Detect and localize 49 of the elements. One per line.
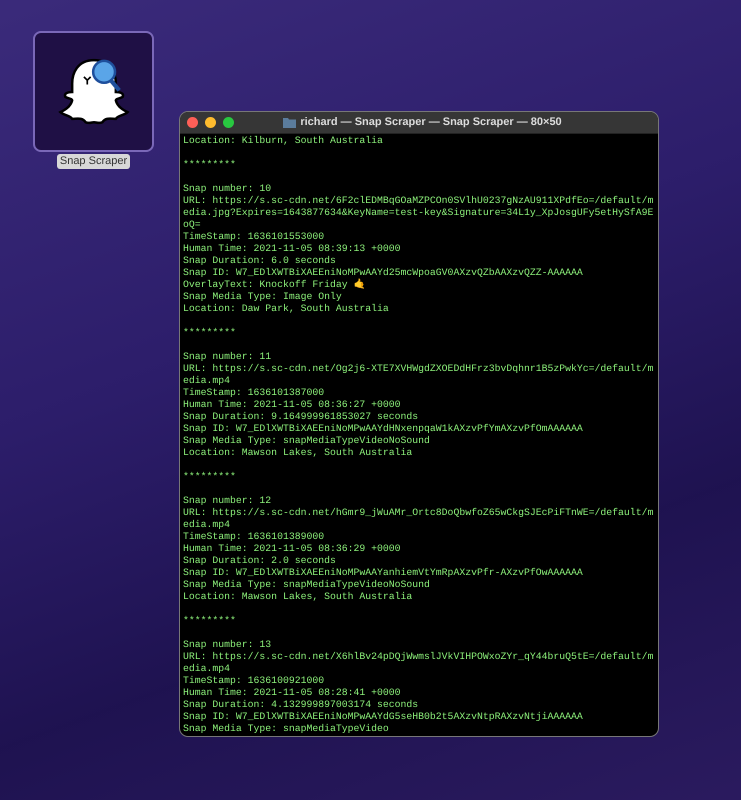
terminal-line: Snap number: 13: [183, 639, 272, 651]
terminal-line: Snap number: 11: [183, 351, 272, 363]
zoom-button[interactable]: [223, 117, 234, 128]
terminal-line: URL: https://s.sc-cdn.net/6F2clEDMBqGOaMZPCOn0SVlhU0237gNzAU911XPdfEo=/default/m: [183, 195, 654, 207]
terminal-line: Snap Media Type: snapMediaTypeVideo: [183, 723, 389, 735]
folder-icon: [283, 117, 296, 128]
app-icon-label: Snap Scraper: [56, 154, 130, 169]
terminal-line: Human Time: 2021-11-05 08:28:41 +0000: [183, 687, 401, 699]
terminal-line: TimeStamp: 1636101387000: [183, 387, 324, 399]
terminal-line: Location: Daw Park, South Australia: [183, 303, 389, 315]
terminal-line: URL: https://s.sc-cdn.net/Og2j6-XTE7XVHWgdZXOEDdHFrz3bvDqhnr1B5zPwkYc=/default/m: [183, 363, 654, 375]
terminal-line: Snap Duration: 6.0 seconds: [183, 255, 336, 267]
terminal-line: Snap number: 12: [183, 495, 272, 507]
terminal-line: Human Time: 2021-11-05 08:36:27 +0000: [183, 399, 401, 411]
terminal-line: Human Time: 2021-11-05 08:39:13 +0000: [183, 243, 401, 255]
terminal-line: *********: [183, 471, 236, 483]
terminal-line: Snap Media Type: snapMediaTypeVideoNoSound: [183, 579, 430, 591]
terminal-line: TimeStamp: 1636101389000: [183, 531, 324, 543]
terminal-line: Location: Mawson Lakes, South Australia: [183, 447, 412, 459]
terminal-line: Snap Duration: 2.0 seconds: [183, 555, 336, 567]
terminal-line: Human Time: 2021-11-05 08:36:29 +0000: [183, 543, 401, 555]
terminal-line: OverlayText: Knockoff Friday 🤙: [183, 279, 366, 291]
terminal-line: *********: [183, 615, 236, 627]
terminal-line: Snap ID: W7_EDlXWTBiXAEEniNoMPwAAYdG5seHB0b2t5AXzvNtpRAXzvNtjiAAAAAA: [183, 711, 583, 723]
terminal-line: Location: Kilburn, South Australia: [183, 135, 383, 147]
terminal-line: edia.mp4: [183, 519, 230, 531]
terminal-line: Snap Media Type: snapMediaTypeVideoNoSound: [183, 435, 430, 447]
terminal-line: Snap ID: W7_EDlXWTBiXAEEniNoMPwAAYd25mcWpoaGV0AXzvQZbAAXzvQZZ-AAAAAA: [183, 267, 583, 278]
terminal-line: Snap number: 10: [183, 183, 272, 195]
close-button[interactable]: [187, 117, 198, 128]
terminal-line: Snap Duration: 4.132999897003174 seconds: [183, 699, 418, 711]
terminal-line: TimeStamp: 1636100921000: [183, 675, 324, 687]
terminal-line: Location: Mawson Lakes, South Australia: [183, 591, 412, 603]
terminal-line: Snap ID: W7_EDlXWTBiXAEEniNoMPwAAYdHNxenpqaW1kAXzvPfYmAXzvPfOmAAAAAA: [183, 423, 583, 435]
minimize-button[interactable]: [205, 117, 216, 128]
terminal-line: edia.mp4: [183, 375, 230, 387]
terminal-line: *********: [183, 159, 236, 171]
terminal-line: Snap Media Type: Image Only: [183, 291, 342, 303]
terminal-line: TimeStamp: 1636101553000: [183, 231, 324, 243]
terminal-line: Snap Duration: 9.164999961853027 seconds: [183, 411, 418, 423]
terminal-line: oQ=: [183, 219, 201, 231]
terminal-line: URL: https://s.sc-cdn.net/hGmr9_jWuAMr_Ortc8DoQbwfoZ65wCkgSJEcPiFTnWE=/default/m: [183, 507, 654, 519]
terminal-line: URL: https://s.sc-cdn.net/X6hlBv24pDQjWwmslJVkVIHPOWxoZYr_qY44bruQ5tE=/default/m: [183, 651, 654, 663]
terminal-line: Snap ID: W7_EDlXWTBiXAEEniNoMPwAAYanhiemVtYmRpAXzvPfr-AXzvPfOwAAAAAA: [183, 567, 583, 579]
terminal-line: edia.mp4: [183, 663, 230, 675]
app-icon[interactable]: [33, 31, 154, 152]
window-title: richard — Snap Scraper — Snap Scraper — 80×50: [300, 115, 562, 130]
terminal-line: *********: [183, 327, 236, 339]
terminal-line: edia.jpg?Expires=1643877634&KeyName=test-key&Signature=34L1y_XpJosgUFy5etHySfA9E: [183, 207, 654, 219]
